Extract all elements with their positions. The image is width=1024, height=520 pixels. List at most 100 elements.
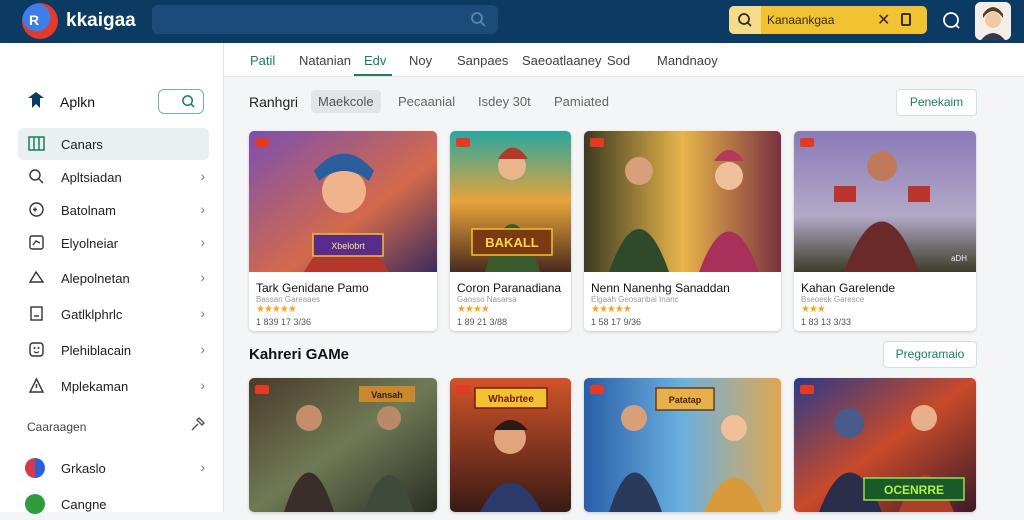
badge-icon (456, 385, 470, 394)
game-card[interactable]: Nenn Nanenhg Sanaddan Elgaah Geosanbai I… (584, 131, 781, 331)
grid-icon (28, 136, 45, 151)
sidebar-search-button[interactable] (158, 89, 204, 114)
close-icon[interactable]: ✕ (877, 10, 890, 30)
game-card[interactable]: aDH Kahan Garelende Bseoesk Garesce ★★★ … (794, 131, 976, 331)
game-cover-image: Xbelobrt (249, 131, 437, 272)
tab-saeoatlaaney[interactable]: Saeoatlaaney (522, 53, 602, 68)
game-subtitle: Gaosso Nasarsa (457, 295, 517, 304)
badge-icon (590, 138, 604, 147)
sidebar-item-label: Elyolneiar (61, 236, 119, 251)
avatar[interactable] (975, 2, 1011, 40)
chevron-right-icon: › (200, 341, 205, 357)
chevron-right-icon: › (200, 459, 205, 475)
filter-option[interactable]: Pecaanial (398, 94, 455, 109)
tab-sod[interactable]: Sod (607, 53, 630, 68)
tab-edv[interactable]: Edv (364, 53, 386, 68)
tab-natanian[interactable]: Natanian (299, 53, 351, 68)
game-cover-image: BAKALL (450, 131, 571, 272)
filter-option[interactable]: Maekcole (311, 90, 381, 113)
chevron-right-icon: › (200, 305, 205, 321)
game-card[interactable]: OCENRRE (794, 378, 976, 512)
cover-art-text: Patatap (669, 395, 702, 405)
badge-icon (800, 138, 814, 147)
sidebar-item-label: Alepolnetan (61, 271, 130, 286)
game-card[interactable]: Xbelobrt Tark Genidane Pamo Bassan Garea… (249, 131, 437, 331)
sidebar: Aplkn Canars Apltsiadan › Batolnam › Ely… (0, 43, 224, 514)
game-meta: 1 83 13 3/33 (801, 317, 852, 327)
sidebar-item-canars[interactable]: Canars (18, 128, 209, 160)
sidebar-item-elyolneiar[interactable]: Elyolneiar › (18, 227, 209, 259)
tab-mandnaoy[interactable]: Mandnaoy (657, 53, 718, 68)
filter-option[interactable]: Pamiated (554, 94, 609, 109)
pregoramaio-button[interactable]: Pregoramaio (883, 341, 977, 368)
app-logo[interactable]: R (22, 3, 58, 39)
sidebar-item-apltsiadan[interactable]: Apltsiadan › (18, 161, 209, 193)
chevron-right-icon: › (200, 201, 205, 217)
game-card[interactable]: BAKALL Coron Paranadiana Gaosso Nasarsa … (450, 131, 571, 331)
sidebar-title: Aplkn (60, 94, 96, 110)
game-cover-image: Patatap (584, 378, 781, 512)
copy-icon[interactable] (901, 13, 911, 26)
brand-name: kkaigaa (66, 10, 136, 31)
cloud-icon (28, 270, 45, 283)
sidebar-item-grkaslo[interactable]: Grkaslo › (18, 452, 209, 484)
game-cover-image: aDH (794, 131, 976, 272)
game-title: Coron Paranadiana (457, 281, 562, 295)
search-icon (29, 169, 44, 184)
rating-stars: ★★★ (801, 304, 826, 315)
sidebar-item-label: Batolnam (61, 203, 116, 218)
sidebar-item-cangne[interactable]: Cangne (18, 488, 209, 520)
tab-noy[interactable]: Noy (409, 53, 432, 68)
search-pill-text: Kanaankgaa (767, 13, 835, 27)
game-card[interactable]: Patatap (584, 378, 781, 512)
cover-art-text: Xbelobrt (331, 241, 365, 251)
cover-art-text: Vansah (371, 390, 403, 400)
filter-heading: Ranhgri (249, 94, 299, 110)
badge-icon (590, 385, 604, 394)
smile-icon (29, 342, 44, 357)
cover-art-text: aDH (951, 254, 967, 263)
game-meta: 1 839 17 3/36 (256, 317, 312, 327)
top-search-input[interactable] (152, 5, 498, 34)
gamepad-icon (29, 202, 44, 217)
game-card[interactable]: Whabrtee (450, 378, 571, 512)
section-heading: Kahreri GAMe (249, 346, 350, 363)
badge-icon (456, 138, 470, 147)
top-bar: R kkaigaa Kanaankgaa ✕ (0, 0, 1024, 43)
badge-icon (255, 385, 269, 394)
game-subtitle: Bseoesk Garesce (801, 295, 865, 304)
cover-art-text: OCENRRE (884, 483, 944, 497)
cover-art-text: BAKALL (485, 235, 538, 250)
sidebar-item-alepolnetan[interactable]: Alepolnetan › (18, 262, 209, 294)
game-card[interactable]: Vansah (249, 378, 437, 512)
game-meta: 1 89 21 3/88 (457, 317, 508, 327)
game-subtitle: Bassan Gareaaes (256, 295, 321, 304)
tab-bar: Patil Natanian Edv Noy Sanpaes Saeoatlaa… (224, 43, 1024, 77)
sidebar-item-gatlklphrlc[interactable]: Gatlklphrlc › (18, 298, 209, 330)
sidebar-item-mplekaman[interactable]: Mplekaman › (18, 370, 209, 402)
game-title: Kahan Garelende (801, 281, 896, 295)
sidebar-item-plehiblacain[interactable]: Plehiblacain › (18, 334, 209, 366)
game-title: Tark Genidane Pamo (256, 281, 369, 295)
badge-icon (255, 138, 269, 147)
penekaim-button[interactable]: Penekaim (896, 89, 977, 116)
chevron-right-icon: › (200, 269, 205, 285)
sidebar-item-label: Plehiblacain (61, 343, 132, 358)
search-icon[interactable] (729, 6, 761, 34)
pin-icon[interactable] (190, 416, 206, 432)
sidebar-item-label: Canars (61, 137, 103, 152)
people-icon (28, 377, 45, 393)
sidebar-item-label: Mplekaman (61, 379, 129, 394)
active-search-pill[interactable]: Kanaankgaa ✕ (729, 6, 927, 34)
chart-icon (29, 235, 44, 250)
game-title: Nenn Nanenhg Sanaddan (591, 281, 730, 295)
game-cover-image: Vansah (249, 378, 437, 512)
sidebar-item-batolnam[interactable]: Batolnam › (18, 194, 209, 226)
tab-sanpaes[interactable]: Sanpaes (457, 53, 508, 68)
filter-option[interactable]: Isdey 30t (478, 94, 531, 109)
rating-stars: ★★★★★ (591, 304, 632, 315)
tab-patil[interactable]: Patil (250, 53, 275, 68)
document-icon (30, 306, 43, 321)
sidebar-section-label: Caaraagen (27, 420, 87, 434)
help-icon[interactable] (941, 10, 961, 30)
